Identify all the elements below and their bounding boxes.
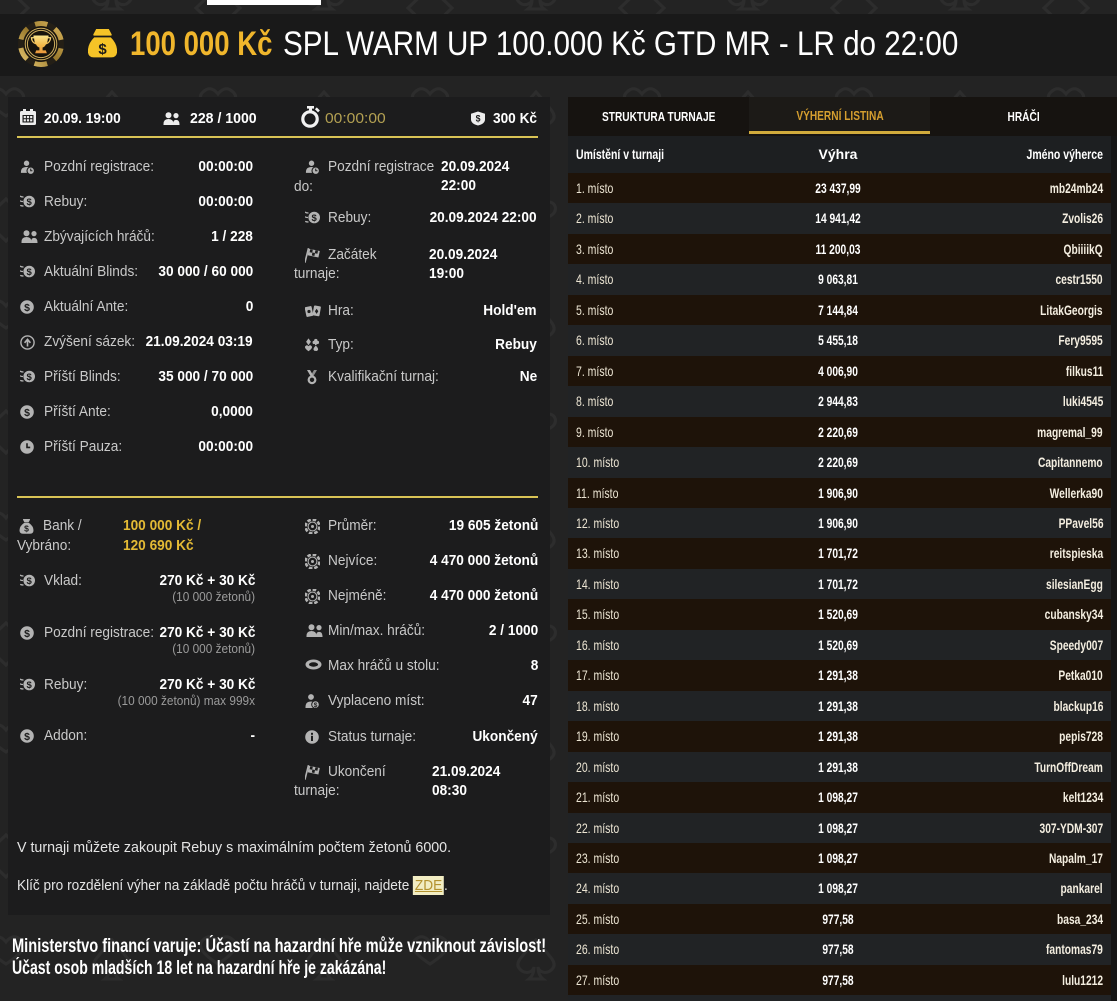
- svg-text:$: $: [98, 41, 107, 58]
- svg-text:$: $: [24, 731, 30, 743]
- svg-text:$: $: [27, 267, 33, 278]
- svg-text:$: $: [24, 628, 30, 640]
- svg-text:$: $: [24, 523, 29, 533]
- svg-text:$: $: [27, 576, 33, 587]
- svg-text:$: $: [314, 702, 318, 709]
- svg-text:$: $: [312, 213, 318, 224]
- svg-text:$: $: [24, 302, 30, 314]
- svg-text:$: $: [27, 197, 33, 208]
- svg-text:$: $: [476, 114, 481, 124]
- svg-text:$: $: [27, 680, 33, 691]
- svg-text:$: $: [27, 372, 33, 383]
- svg-text:$: $: [24, 407, 30, 419]
